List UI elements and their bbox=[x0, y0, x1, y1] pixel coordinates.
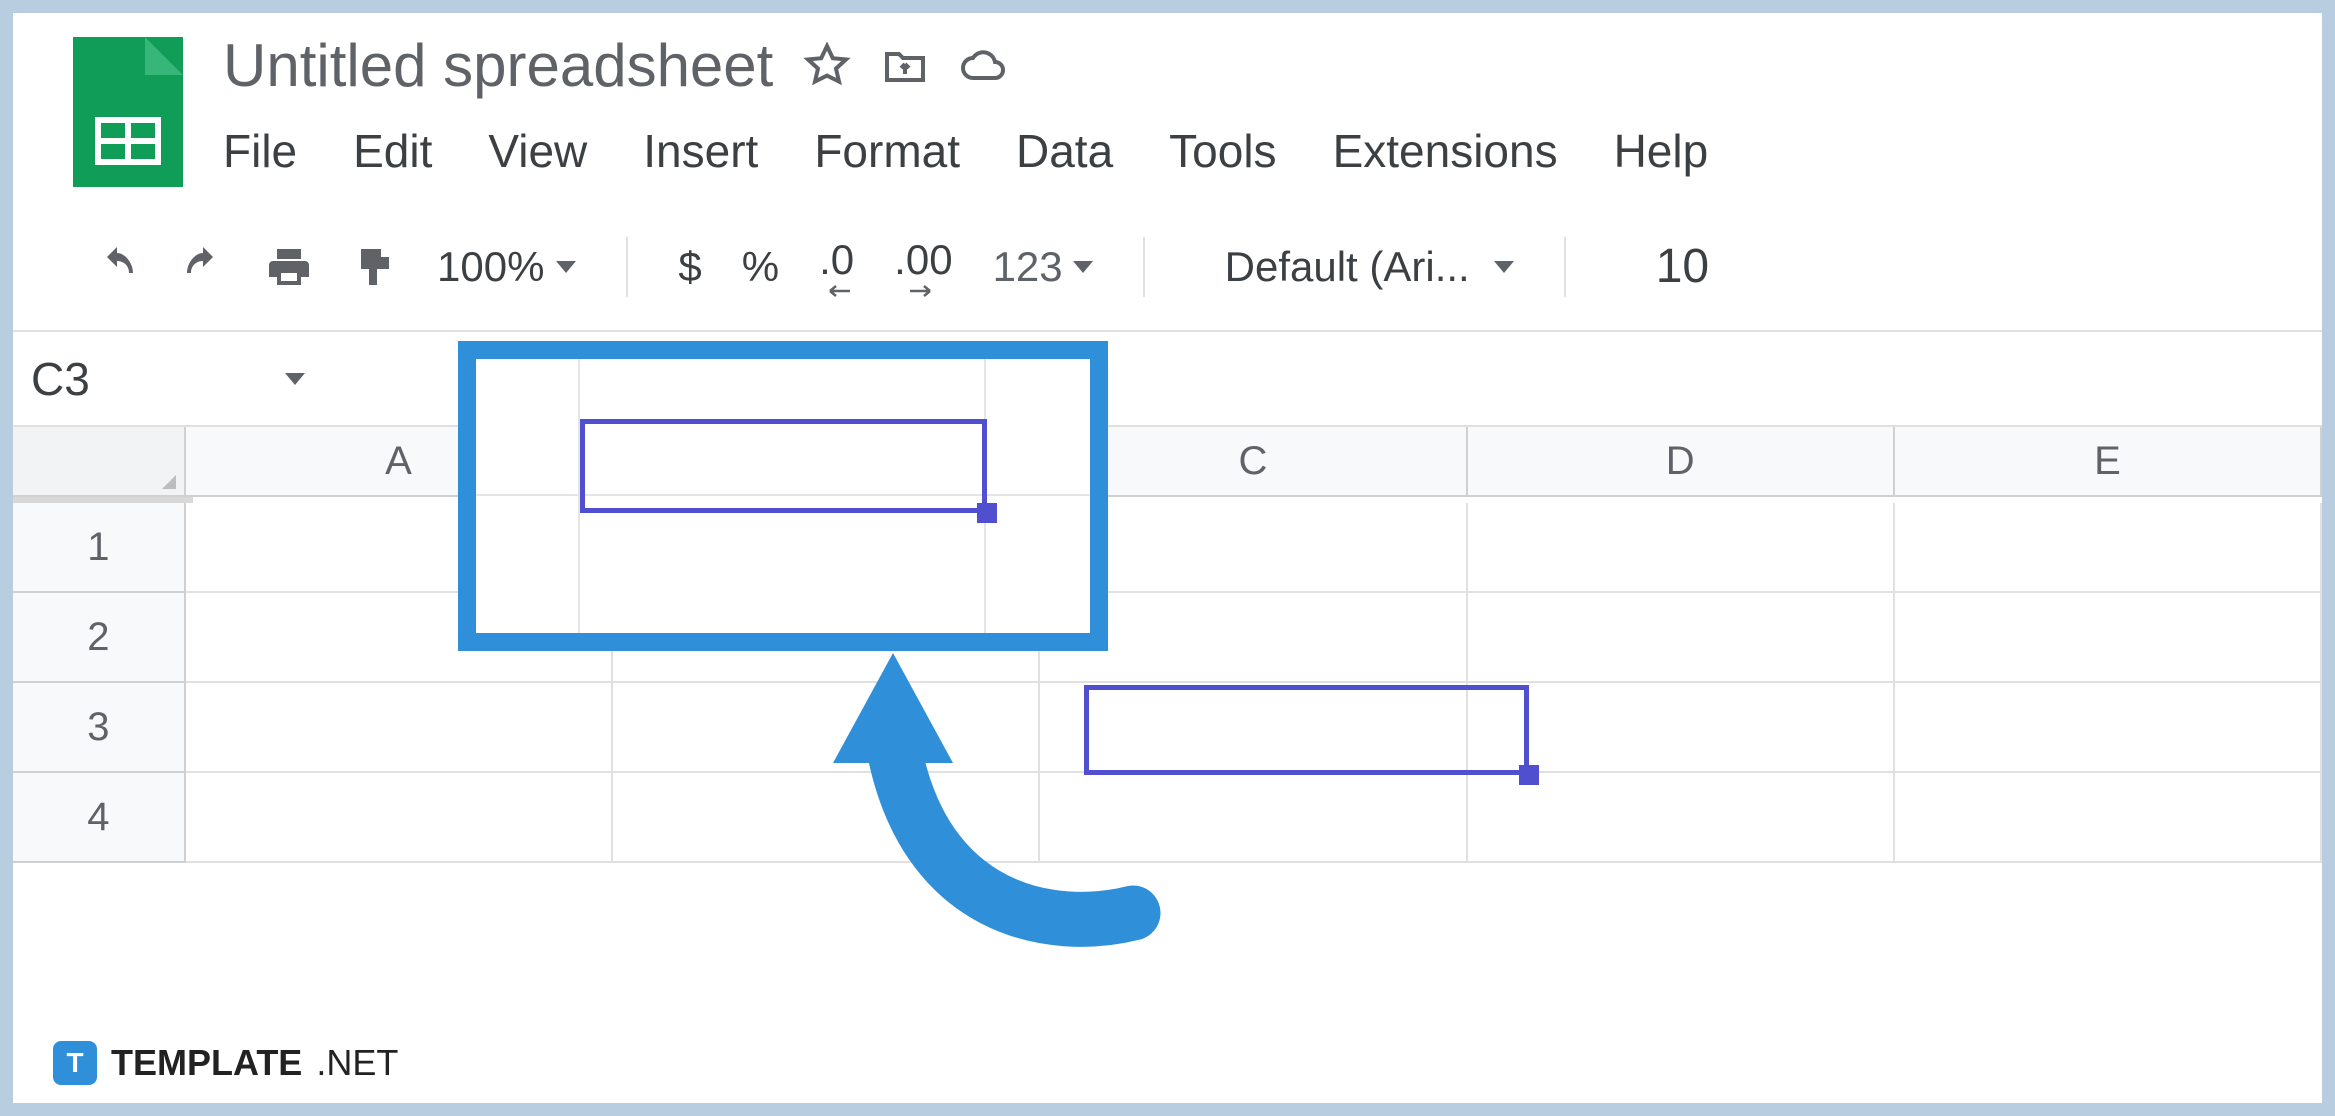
spreadsheet-grid: A B C D E 1 2 bbox=[13, 427, 2322, 863]
menu-view[interactable]: View bbox=[488, 124, 587, 178]
menu-file[interactable]: File bbox=[223, 124, 297, 178]
title-row: Untitled spreadsheet bbox=[223, 31, 2292, 100]
watermark-badge-icon: T bbox=[53, 1041, 97, 1085]
header: Untitled spreadsheet File Edit View Inse… bbox=[13, 13, 2322, 187]
cell-e2[interactable] bbox=[1895, 593, 2322, 683]
chevron-down-icon bbox=[285, 373, 305, 385]
tutorial-callout-magnifier bbox=[458, 341, 1108, 651]
menu-tools[interactable]: Tools bbox=[1169, 124, 1276, 178]
toolbar: 100% $ % .0 .00 123 Default (Ari... bbox=[13, 187, 2322, 332]
move-to-folder-icon[interactable] bbox=[881, 42, 929, 90]
zoom-value: 100% bbox=[437, 243, 544, 291]
format-currency-button[interactable]: $ bbox=[678, 243, 701, 291]
cell-e1[interactable] bbox=[1895, 503, 2322, 593]
print-icon[interactable] bbox=[265, 243, 313, 291]
star-icon[interactable] bbox=[803, 42, 851, 90]
font-family-dropdown[interactable]: Default (Ari... bbox=[1225, 243, 1514, 291]
format-number-label: 123 bbox=[993, 243, 1063, 291]
name-box-value: C3 bbox=[31, 352, 90, 406]
separator bbox=[1564, 237, 1566, 297]
chevron-down-icon bbox=[556, 261, 576, 273]
row-header-1[interactable]: 1 bbox=[13, 503, 186, 593]
column-header-d[interactable]: D bbox=[1468, 427, 1895, 495]
row-header-2[interactable]: 2 bbox=[13, 593, 186, 683]
column-headers: A B C D E bbox=[13, 427, 2322, 497]
menu-bar: File Edit View Insert Format Data Tools … bbox=[223, 124, 2292, 178]
menu-edit[interactable]: Edit bbox=[353, 124, 432, 178]
row: 3 bbox=[13, 683, 2322, 773]
decrease-decimal-label: .0 bbox=[819, 236, 854, 284]
title-area: Untitled spreadsheet File Edit View Inse… bbox=[223, 31, 2292, 178]
separator bbox=[626, 237, 628, 297]
undo-icon[interactable] bbox=[93, 243, 141, 291]
name-box[interactable]: C3 bbox=[25, 352, 365, 406]
column-header-e[interactable]: E bbox=[1895, 427, 2322, 495]
chevron-down-icon bbox=[1073, 261, 1093, 273]
format-percent-button[interactable]: % bbox=[742, 243, 779, 291]
cell-a3[interactable] bbox=[186, 683, 613, 773]
row: 1 bbox=[13, 503, 2322, 593]
rows: 1 2 3 bbox=[13, 503, 2322, 863]
cell-d4[interactable] bbox=[1468, 773, 1895, 863]
row-header-4[interactable]: 4 bbox=[13, 773, 186, 863]
cell-d1[interactable] bbox=[1468, 503, 1895, 593]
fill-handle[interactable] bbox=[1519, 765, 1539, 785]
formula-bar-row: C3 bbox=[13, 332, 2322, 427]
watermark-brand: TEMPLATE bbox=[111, 1042, 302, 1084]
zoom-dropdown[interactable]: 100% bbox=[437, 243, 576, 291]
increase-decimal-label: .00 bbox=[894, 236, 952, 284]
watermark: T TEMPLATE .NET bbox=[53, 1041, 398, 1085]
sheets-logo-icon[interactable] bbox=[73, 37, 183, 187]
menu-data[interactable]: Data bbox=[1016, 124, 1113, 178]
row-header-3[interactable]: 3 bbox=[13, 683, 186, 773]
document-title[interactable]: Untitled spreadsheet bbox=[223, 31, 773, 100]
cell-d2[interactable] bbox=[1468, 593, 1895, 683]
row: 4 bbox=[13, 773, 2322, 863]
chevron-down-icon bbox=[1494, 261, 1514, 273]
font-size-input[interactable]: 10 bbox=[1656, 239, 1709, 294]
font-family-label: Default (Ari... bbox=[1225, 243, 1470, 291]
app-window: Untitled spreadsheet File Edit View Inse… bbox=[12, 12, 2323, 1104]
tutorial-arrow-icon bbox=[803, 633, 1163, 963]
menu-insert[interactable]: Insert bbox=[643, 124, 758, 178]
cell-d3[interactable] bbox=[1468, 683, 1895, 773]
menu-help[interactable]: Help bbox=[1614, 124, 1709, 178]
format-number-dropdown[interactable]: 123 bbox=[993, 243, 1093, 291]
increase-decimal-button[interactable]: .00 bbox=[894, 236, 952, 298]
decrease-decimal-button[interactable]: .0 bbox=[819, 236, 854, 298]
paint-format-icon[interactable] bbox=[351, 243, 399, 291]
cell-a4[interactable] bbox=[186, 773, 613, 863]
separator bbox=[1143, 237, 1145, 297]
select-all-corner[interactable] bbox=[13, 427, 186, 495]
redo-icon[interactable] bbox=[179, 243, 227, 291]
watermark-suffix: .NET bbox=[316, 1042, 398, 1084]
cell-e3[interactable] bbox=[1895, 683, 2322, 773]
menu-extensions[interactable]: Extensions bbox=[1333, 124, 1558, 178]
menu-format[interactable]: Format bbox=[814, 124, 960, 178]
cloud-status-icon[interactable] bbox=[959, 42, 1007, 90]
row: 2 bbox=[13, 593, 2322, 683]
cell-e4[interactable] bbox=[1895, 773, 2322, 863]
